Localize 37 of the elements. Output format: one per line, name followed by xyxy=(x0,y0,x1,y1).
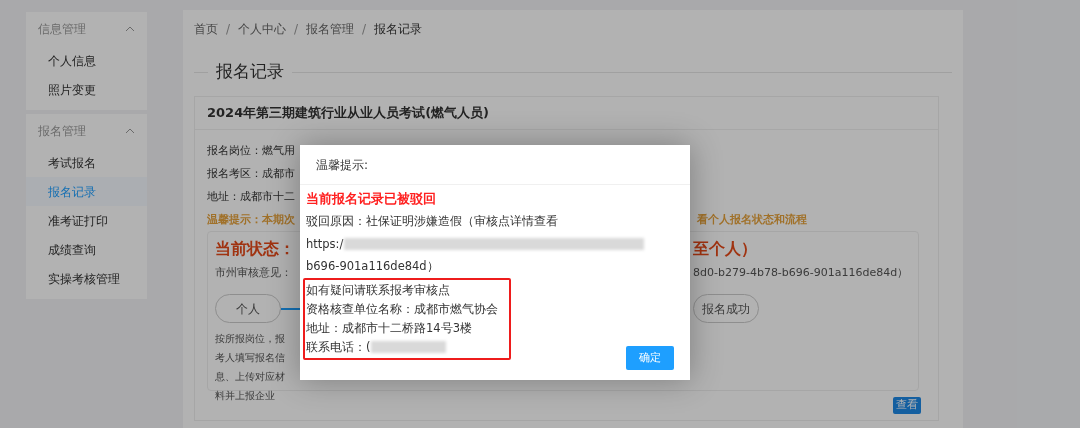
contact-line: 地址：成都市十二桥路14号3楼 xyxy=(306,319,473,337)
tip-text: 温馨提示：本期次 xyxy=(207,212,295,226)
breadcrumb-separator: / xyxy=(294,21,299,38)
url-text: https:/ xyxy=(306,235,344,253)
chevron-icon[interactable] xyxy=(125,26,135,32)
opinion-text: 8d0-b279-4b78-b696-901a116de84d） xyxy=(693,264,909,281)
record-title: 2024年第三期建筑行业从业人员考试(燃气人员) xyxy=(207,104,490,123)
breadcrumb-link[interactable]: 报名管理 xyxy=(306,20,355,38)
sidebar-item[interactable]: 成绩查询 xyxy=(26,235,147,264)
sidebar-item[interactable]: 准考证打印 xyxy=(26,206,147,235)
section-title: 报名记录 xyxy=(215,60,285,84)
breadcrumb-link[interactable]: 首页 xyxy=(194,20,218,38)
record-field: 地址：成都市十二 xyxy=(207,189,295,206)
tip-text: 看个人报名状态和流程 xyxy=(697,211,807,228)
contact-line: 如有疑问请联系报考审核点 xyxy=(306,281,451,299)
opinion-text: 市州审核意见： xyxy=(215,265,292,279)
dialog-heading: 当前报名记录已被驳回 xyxy=(306,190,437,208)
sidebar-item[interactable]: 个人信息 xyxy=(26,46,147,75)
reject-reason: 驳回原因：社保证明涉嫌造假（审核点详情查看 xyxy=(306,213,559,230)
record-field: 报名岗位：燃气用 xyxy=(207,143,295,160)
contact-line: 资格核查单位名称：成都市燃气协会 xyxy=(306,300,499,318)
status-text: 至个人） xyxy=(693,238,757,260)
breadcrumb-link[interactable]: 个人中心 xyxy=(238,20,287,38)
breadcrumb-separator: / xyxy=(226,21,231,38)
record-field: 报名考区：成都市 xyxy=(207,166,295,183)
sidebar-item[interactable]: 照片变更 xyxy=(26,75,147,104)
view-button[interactable]: 查看 xyxy=(893,397,921,414)
dialog-title: 温馨提示: xyxy=(316,156,369,174)
url-text: b696-901a116de84d） xyxy=(306,258,440,275)
status-text: 当前状态： xyxy=(215,239,295,258)
breadcrumb-separator: / xyxy=(362,21,367,38)
sidebar-item[interactable]: 考试报名 xyxy=(26,148,147,177)
breadcrumb-link[interactable]: 报名记录 xyxy=(374,20,423,38)
contact-line: 联系电话：( xyxy=(306,338,371,356)
sidebar-item[interactable]: 实操考核管理 xyxy=(26,264,147,293)
chevron-icon[interactable] xyxy=(125,128,135,134)
step-description: 按所报岗位，报考人填写报名信息、上传对应材料并上报企业 xyxy=(215,332,285,403)
